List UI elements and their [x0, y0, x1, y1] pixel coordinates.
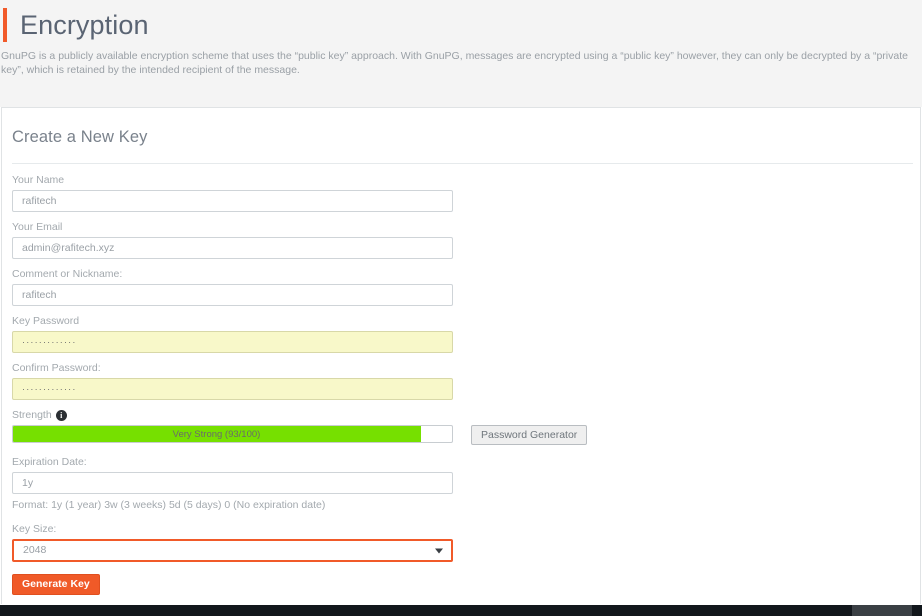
- field-key-size: Key Size: 2048: [12, 523, 913, 562]
- your-email-label: Your Email: [12, 221, 63, 233]
- field-confirm-password: Confirm Password:: [12, 362, 913, 400]
- bottom-bar: [0, 605, 922, 616]
- panel-heading: Create a New Key: [12, 128, 148, 146]
- title-accent-bar: [3, 8, 7, 42]
- page-header: Encryption GnuPG is a publicly available…: [0, 0, 922, 107]
- key-size-label: Key Size:: [12, 523, 57, 535]
- strength-label: Strength: [12, 409, 52, 421]
- confirm-password-input[interactable]: [12, 378, 453, 400]
- encryption-page: Encryption GnuPG is a publicly available…: [0, 0, 922, 616]
- page-title-wrap: Encryption: [3, 8, 149, 42]
- strength-row: Very Strong (93/100) Password Generator: [12, 425, 913, 445]
- key-size-select[interactable]: 2048: [12, 539, 453, 562]
- expiration-format-help: Format: 1y (1 year) 3w (3 weeks) 5d (5 d…: [12, 499, 326, 511]
- password-strength-text: Very Strong (93/100): [172, 428, 261, 440]
- field-expiration-date: Expiration Date: Format: 1y (1 year) 3w …: [12, 456, 913, 512]
- field-comment: Comment or Nickname:: [12, 268, 913, 306]
- comment-input[interactable]: [12, 284, 453, 306]
- create-key-panel: Create a New Key Your Name Your Email Co…: [1, 107, 921, 604]
- page-description: GnuPG is a publicly available encryption…: [1, 50, 908, 76]
- your-name-input[interactable]: [12, 190, 453, 212]
- generate-key-button[interactable]: Generate Key: [12, 574, 100, 595]
- create-key-form: Your Name Your Email Comment or Nickname…: [12, 174, 913, 595]
- field-key-password: Key Password: [12, 315, 913, 353]
- comment-label: Comment or Nickname:: [12, 268, 123, 280]
- bottom-bar-segment: [852, 605, 912, 616]
- field-your-name: Your Name: [12, 174, 913, 212]
- confirm-password-label: Confirm Password:: [12, 362, 101, 374]
- key-password-input[interactable]: [12, 331, 453, 353]
- key-password-label: Key Password: [12, 315, 80, 327]
- your-email-input[interactable]: [12, 237, 453, 259]
- field-strength: Strength i Very Strong (93/100) Password…: [12, 409, 913, 445]
- info-icon[interactable]: i: [55, 410, 67, 421]
- your-name-label: Your Name: [12, 174, 65, 186]
- key-size-select-wrap: 2048: [12, 539, 453, 562]
- strength-label-row: Strength i: [12, 409, 913, 422]
- password-generator-button[interactable]: Password Generator: [471, 425, 588, 445]
- password-strength-meter: Very Strong (93/100): [12, 425, 453, 443]
- field-your-email: Your Email: [12, 221, 913, 259]
- panel-divider: [12, 163, 913, 164]
- expiration-date-input[interactable]: [12, 472, 453, 494]
- page-title: Encryption: [20, 10, 149, 40]
- expiration-date-label: Expiration Date:: [12, 456, 87, 468]
